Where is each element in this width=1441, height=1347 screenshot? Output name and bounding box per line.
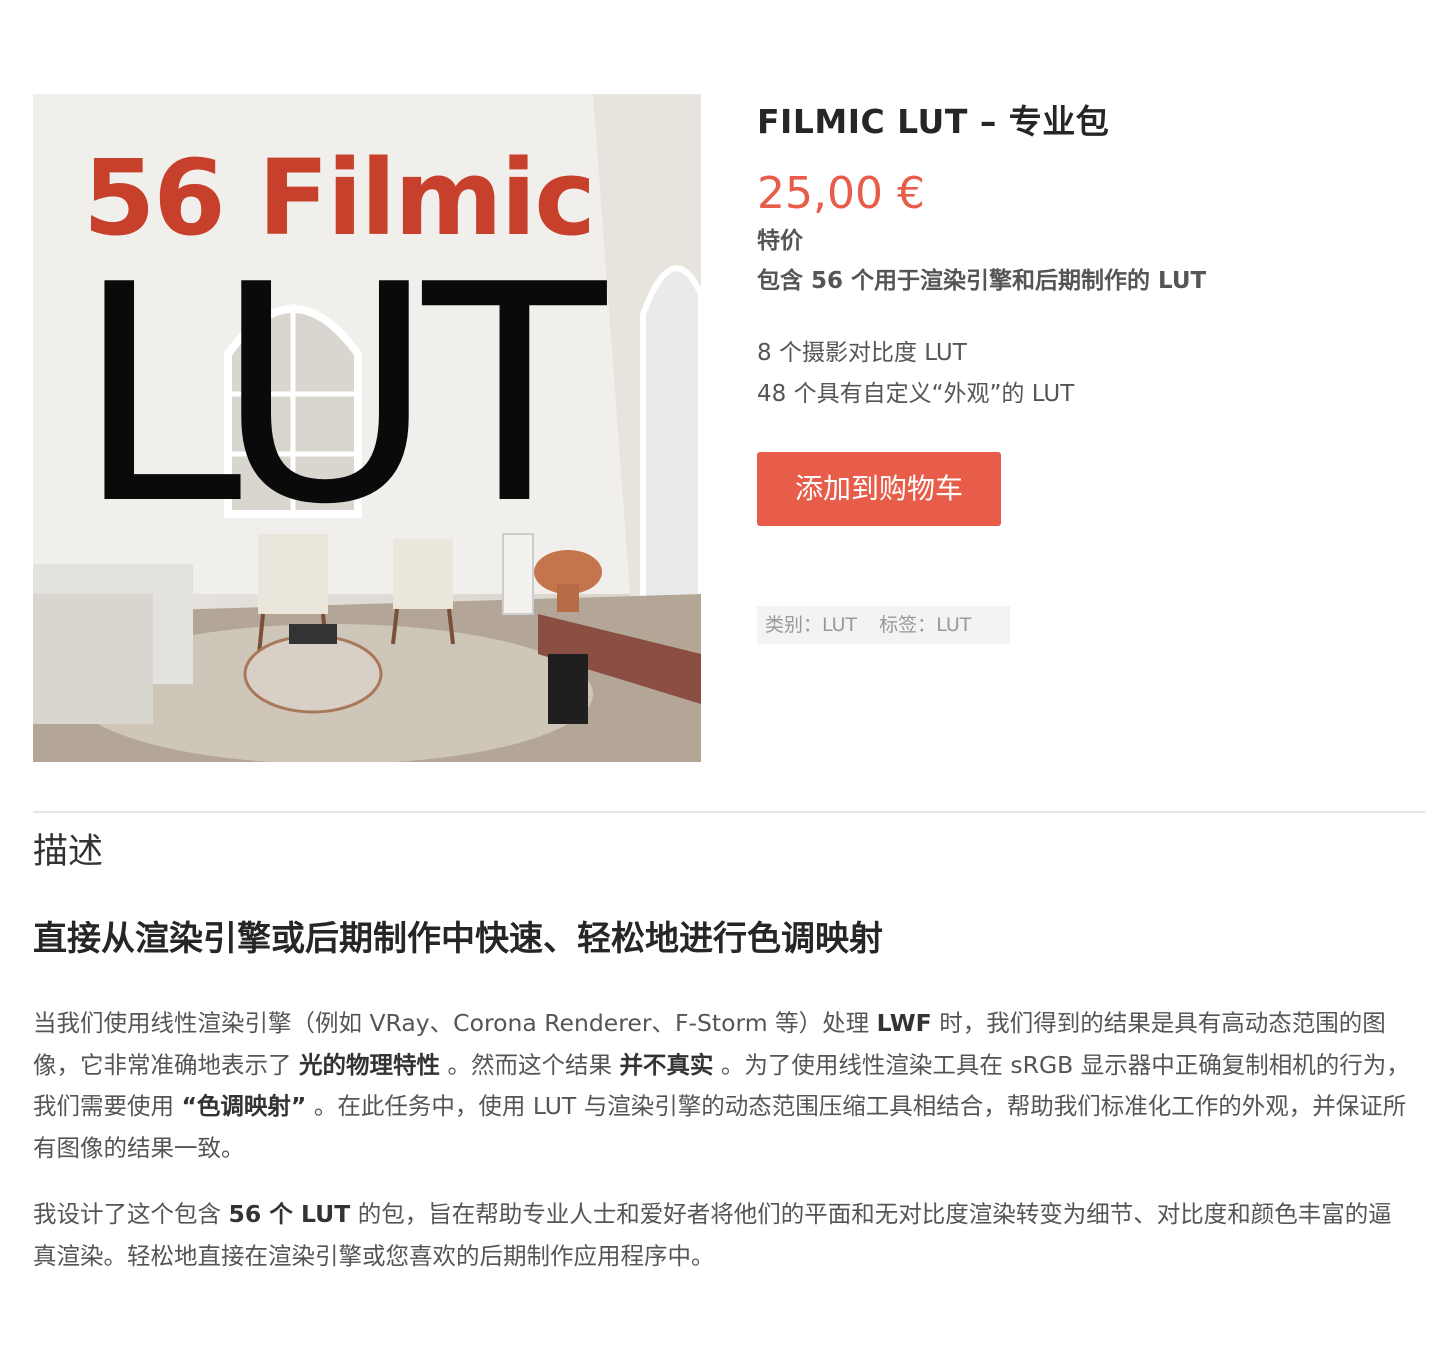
- tag-link[interactable]: LUT: [936, 614, 971, 636]
- feature-item: 48 个具有自定义“外观”的 LUT: [757, 381, 1075, 407]
- tab-description[interactable]: 描述: [33, 828, 103, 876]
- feature-list: 8 个摄影对比度 LUT 48 个具有自定义“外观”的 LUT: [757, 333, 1074, 415]
- category-label: 类别：: [765, 614, 823, 636]
- product-subtitle: 包含 56 个用于渲染引擎和后期制作的 LUT: [757, 268, 1207, 294]
- price: 25,00 €: [757, 166, 925, 222]
- price-currency: €: [896, 168, 925, 219]
- description-paragraph: 当我们使用线性渲染引擎（例如 VRay、Corona Renderer、F-St…: [33, 1003, 1413, 1169]
- bold-text: 光的物理特性: [298, 1050, 440, 1079]
- bold-text: 56 个 LUT: [228, 1200, 351, 1228]
- feature-item: 8 个摄影对比度 LUT: [757, 340, 967, 366]
- bold-text: 并不真实: [619, 1050, 714, 1079]
- add-to-cart-button[interactable]: 添加到购物车: [757, 452, 1001, 526]
- bold-text: “色调映射”: [181, 1092, 307, 1120]
- description-heading: 直接从渲染引擎或后期制作中快速、轻松地进行色调映射: [33, 919, 883, 959]
- product-meta: 类别：LUT 标签：LUT: [757, 606, 1010, 644]
- bold-text: LWF: [876, 1009, 932, 1037]
- text-run: 当我们使用线性渲染引擎（例如 VRay、Corona Renderer、F-St…: [33, 1009, 877, 1037]
- product-image[interactable]: 56 Filmic LUT: [33, 94, 701, 762]
- category-link[interactable]: LUT: [822, 614, 857, 636]
- image-lut-text: LUT: [75, 221, 606, 570]
- text-run: 我设计了这个包含: [33, 1200, 229, 1228]
- price-amount: 25,00: [757, 168, 883, 219]
- product-title: FILMIC LUT – 专业包: [757, 102, 1110, 141]
- sale-label: 特价: [757, 228, 803, 254]
- description-paragraph: 我设计了这个包含 56 个 LUT 的包，旨在帮助专业人士和爱好者将他们的平面和…: [33, 1194, 1413, 1277]
- section-divider: [33, 811, 1425, 813]
- text-run: 。然而这个结果: [439, 1050, 620, 1079]
- tag-label: 标签：: [879, 614, 937, 636]
